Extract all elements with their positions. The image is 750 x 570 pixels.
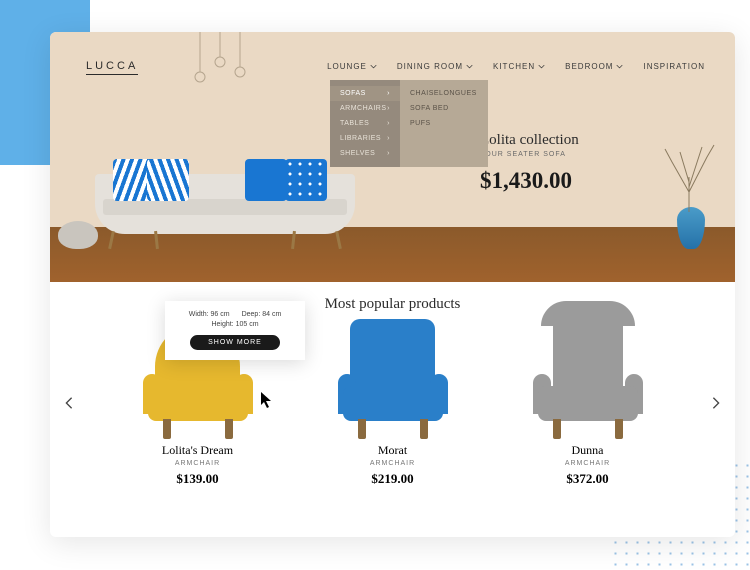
dropdown-menu: SOFAS› ARMCHAIRS› TABLES› LIBRARIES› SHE… bbox=[330, 80, 488, 167]
product-type: ARMCHAIR bbox=[115, 460, 280, 467]
dropdown-libraries[interactable]: LIBRARIES › bbox=[330, 131, 400, 146]
product-name: Dunna bbox=[505, 443, 670, 458]
dropdown-sofabed[interactable]: SOFA BED bbox=[400, 101, 488, 116]
sofa-image bbox=[95, 154, 355, 249]
product-list: Width: 96 cmDeep: 84 cm Height: 105 cm S… bbox=[76, 319, 709, 487]
pouf-image bbox=[58, 221, 98, 249]
hero-content: Lolita collection FOUR SEATER SOFA $1,43… bbox=[480, 132, 579, 194]
nav-lounge-label: LOUNGE bbox=[327, 62, 367, 71]
chair-image bbox=[523, 319, 653, 439]
hero-section: LUCCA LOUNGE DINING ROOM KITCHEN BEDROOM… bbox=[50, 32, 735, 282]
product-name: Lolita's Dream bbox=[115, 443, 280, 458]
hero-price: $1,430.00 bbox=[480, 168, 579, 194]
product-type: ARMCHAIR bbox=[505, 460, 670, 467]
dropdown-libraries-label: LIBRARIES bbox=[340, 135, 381, 142]
chevron-right-icon: › bbox=[387, 105, 390, 112]
nav-dining[interactable]: DINING ROOM bbox=[397, 62, 473, 71]
chair-image bbox=[328, 319, 458, 439]
product-tooltip: Width: 96 cm Deep: 84 cm Height: 105 cm S… bbox=[165, 301, 305, 360]
vase-image bbox=[677, 207, 705, 249]
dropdown-shelves-label: SHELVES bbox=[340, 150, 375, 157]
tooltip-height-label: Height: bbox=[211, 321, 233, 328]
arrow-left-icon[interactable] bbox=[62, 396, 76, 410]
product-name: Morat bbox=[310, 443, 475, 458]
tooltip-height-value: 105 cm bbox=[236, 321, 259, 328]
nav-inspiration[interactable]: INSPIRATION bbox=[643, 62, 705, 71]
product-price: $139.00 bbox=[115, 471, 280, 487]
dropdown-sofas-label: SOFAS bbox=[340, 90, 366, 97]
show-more-button[interactable]: SHOW MORE bbox=[190, 335, 280, 350]
nav-dining-label: DINING ROOM bbox=[397, 62, 463, 71]
chevron-down-icon bbox=[616, 64, 623, 69]
dropdown-tables-label: TABLES bbox=[340, 120, 369, 127]
nav-kitchen-label: KITCHEN bbox=[493, 62, 535, 71]
dropdown-shelves[interactable]: SHELVES › bbox=[330, 146, 400, 161]
dropdown-sofas[interactable]: SOFAS › bbox=[330, 86, 400, 101]
main-card: LUCCA LOUNGE DINING ROOM KITCHEN BEDROOM… bbox=[50, 32, 735, 537]
tooltip-width-value: 96 cm bbox=[211, 311, 230, 318]
chevron-down-icon bbox=[466, 64, 473, 69]
chevron-right-icon: › bbox=[387, 150, 390, 157]
pendant-lights-icon bbox=[190, 32, 250, 102]
main-nav: LOUNGE DINING ROOM KITCHEN BEDROOM INSPI… bbox=[327, 62, 705, 71]
chevron-right-icon: › bbox=[387, 90, 390, 97]
chevron-right-icon: › bbox=[387, 120, 390, 127]
product-type: ARMCHAIR bbox=[310, 460, 475, 467]
dropdown-armchairs[interactable]: ARMCHAIRS› bbox=[330, 101, 400, 116]
popular-title: Most popular products bbox=[50, 296, 735, 313]
tooltip-width-label: Width: bbox=[189, 311, 209, 318]
dropdown-pufs[interactable]: PUFS bbox=[400, 116, 488, 131]
dropdown-tables[interactable]: TABLES › bbox=[330, 116, 400, 131]
dropdown-col1: SOFAS› ARMCHAIRS› TABLES› LIBRARIES› SHE… bbox=[330, 80, 400, 167]
logo[interactable]: LUCCA bbox=[86, 60, 138, 75]
dropdown-armchairs-label: ARMCHAIRS bbox=[340, 105, 387, 112]
chevron-right-icon: › bbox=[387, 135, 390, 142]
hero-subtitle: FOUR SEATER SOFA bbox=[480, 151, 579, 158]
product-price: $372.00 bbox=[505, 471, 670, 487]
product-price: $219.00 bbox=[310, 471, 475, 487]
nav-bedroom-label: BEDROOM bbox=[565, 62, 613, 71]
nav-kitchen[interactable]: KITCHEN bbox=[493, 62, 545, 71]
carousel: Width: 96 cmDeep: 84 cm Height: 105 cm S… bbox=[50, 319, 735, 487]
hero-title: Lolita collection bbox=[480, 132, 579, 149]
nav-inspiration-label: INSPIRATION bbox=[643, 62, 705, 71]
product-card[interactable]: Morat ARMCHAIR $219.00 bbox=[310, 319, 475, 487]
branches-image bbox=[662, 137, 717, 212]
nav-bedroom[interactable]: BEDROOM bbox=[565, 62, 623, 71]
tooltip-deep-label: Deep: bbox=[242, 311, 261, 318]
product-card[interactable]: Dunna ARMCHAIR $372.00 bbox=[505, 319, 670, 487]
chevron-down-icon bbox=[538, 64, 545, 69]
cursor-icon bbox=[260, 391, 274, 409]
nav-lounge[interactable]: LOUNGE bbox=[327, 62, 377, 71]
arrow-right-icon[interactable] bbox=[709, 396, 723, 410]
chevron-down-icon bbox=[370, 64, 377, 69]
dropdown-chaise[interactable]: CHAISELONGUES bbox=[400, 86, 488, 101]
popular-section: Most popular products Width: 96 cmDeep: … bbox=[50, 282, 735, 487]
product-card[interactable]: Width: 96 cmDeep: 84 cm Height: 105 cm S… bbox=[115, 319, 280, 487]
tooltip-deep-value: 84 cm bbox=[262, 311, 281, 318]
dropdown-col2: CHAISELONGUES SOFA BED PUFS bbox=[400, 80, 488, 167]
